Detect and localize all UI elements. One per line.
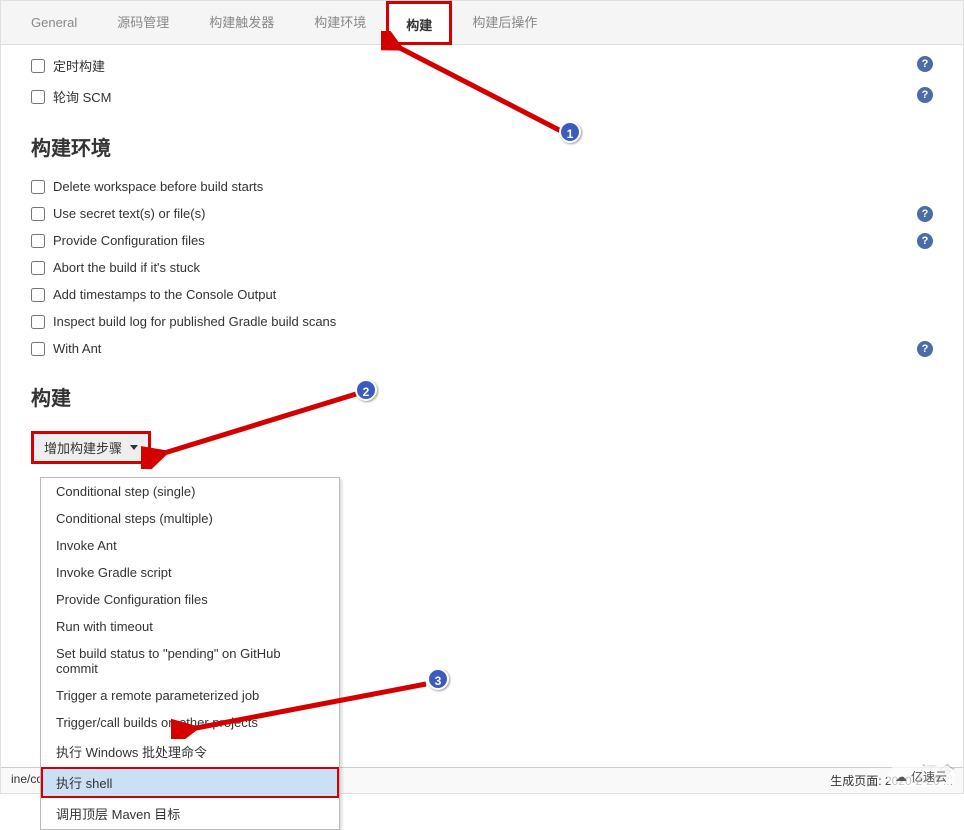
dropdown-item-trigger-param[interactable]: Trigger a remote parameterized job bbox=[41, 682, 339, 709]
env-timestamps-checkbox[interactable] bbox=[31, 288, 45, 302]
help-icon[interactable]: ? bbox=[917, 233, 933, 249]
env-abort-checkbox[interactable] bbox=[31, 261, 45, 275]
build-section-title: 构建 bbox=[31, 382, 933, 411]
callout-1: 1 bbox=[559, 121, 581, 143]
tab-scm[interactable]: 源码管理 bbox=[97, 1, 189, 45]
dropdown-item-trigger-call[interactable]: Trigger/call builds on other projects bbox=[41, 709, 339, 736]
dropdown-item-exec-win[interactable]: 执行 Windows 批处理命令 bbox=[41, 736, 339, 767]
env-abort-label: Abort the build if it's stuck bbox=[53, 260, 200, 275]
trigger-pollscm-label: 轮询 SCM bbox=[53, 87, 112, 106]
env-gradle-checkbox[interactable] bbox=[31, 315, 45, 329]
trigger-scheduled-checkbox[interactable] bbox=[31, 59, 45, 73]
env-withant-row: With Ant ? bbox=[31, 335, 933, 362]
dropdown-item-cond-multi[interactable]: Conditional steps (multiple) bbox=[41, 505, 339, 532]
callout-2: 2 bbox=[355, 379, 377, 401]
help-icon[interactable]: ? bbox=[917, 56, 933, 72]
env-deletews-row: Delete workspace before build starts bbox=[31, 173, 933, 200]
tab-bar: General 源码管理 构建触发器 构建环境 构建 构建后操作 bbox=[1, 1, 963, 45]
dropdown-item-invoke-gradle[interactable]: Invoke Gradle script bbox=[41, 559, 339, 586]
env-configfiles-checkbox[interactable] bbox=[31, 234, 45, 248]
env-deletews-label: Delete workspace before build starts bbox=[53, 179, 263, 194]
dropdown-item-gh-pending[interactable]: Set build status to "pending" on GitHub … bbox=[41, 640, 339, 682]
dropdown-item-invoke-ant[interactable]: Invoke Ant bbox=[41, 532, 339, 559]
callout-3: 3 bbox=[427, 668, 449, 690]
trigger-scheduled-row: 定时构建 ? bbox=[31, 50, 933, 81]
env-secret-label: Use secret text(s) or file(s) bbox=[53, 206, 205, 221]
env-gradle-row: Inspect build log for published Gradle b… bbox=[31, 308, 933, 335]
trigger-pollscm-checkbox[interactable] bbox=[31, 90, 45, 104]
watermark-badge: ☁ 亿速云 bbox=[887, 766, 955, 787]
tab-build[interactable]: 构建 bbox=[386, 1, 452, 45]
watermark-badge-text: 亿速云 bbox=[911, 768, 947, 785]
env-abort-row: Abort the build if it's stuck bbox=[31, 254, 933, 281]
tab-env[interactable]: 构建环境 bbox=[294, 1, 386, 45]
env-configfiles-row: Provide Configuration files ? bbox=[31, 227, 933, 254]
caret-down-icon bbox=[130, 445, 138, 450]
dropdown-item-run-timeout[interactable]: Run with timeout bbox=[41, 613, 339, 640]
help-icon[interactable]: ? bbox=[917, 87, 933, 103]
env-configfiles-label: Provide Configuration files bbox=[53, 233, 205, 248]
tab-post[interactable]: 构建后操作 bbox=[452, 1, 557, 45]
env-timestamps-label: Add timestamps to the Console Output bbox=[53, 287, 276, 302]
trigger-scheduled-label: 定时构建 bbox=[53, 56, 105, 75]
build-step-dropdown: Conditional step (single) Conditional st… bbox=[40, 477, 340, 830]
tab-general[interactable]: General bbox=[11, 1, 97, 45]
env-gradle-label: Inspect build log for published Gradle b… bbox=[53, 314, 336, 329]
dropdown-item-maven-top[interactable]: 调用顶层 Maven 目标 bbox=[41, 798, 339, 829]
add-build-step-label: 增加构建步骤 bbox=[44, 438, 122, 457]
env-secret-checkbox[interactable] bbox=[31, 207, 45, 221]
env-section-title: 构建环境 bbox=[31, 132, 933, 161]
dropdown-item-exec-shell[interactable]: 执行 shell bbox=[41, 767, 339, 798]
tab-triggers[interactable]: 构建触发器 bbox=[189, 1, 294, 45]
add-build-step-button[interactable]: 增加构建步骤 bbox=[31, 431, 151, 464]
env-secret-row: Use secret text(s) or file(s) ? bbox=[31, 200, 933, 227]
cloud-icon: ☁ bbox=[895, 770, 907, 784]
env-withant-label: With Ant bbox=[53, 341, 101, 356]
env-deletews-checkbox[interactable] bbox=[31, 180, 45, 194]
dropdown-item-provide-conf[interactable]: Provide Configuration files bbox=[41, 586, 339, 613]
env-withant-checkbox[interactable] bbox=[31, 342, 45, 356]
env-timestamps-row: Add timestamps to the Console Output bbox=[31, 281, 933, 308]
help-icon[interactable]: ? bbox=[917, 341, 933, 357]
trigger-pollscm-row: 轮询 SCM ? bbox=[31, 81, 933, 112]
dropdown-item-cond-single[interactable]: Conditional step (single) bbox=[41, 478, 339, 505]
help-icon[interactable]: ? bbox=[917, 206, 933, 222]
